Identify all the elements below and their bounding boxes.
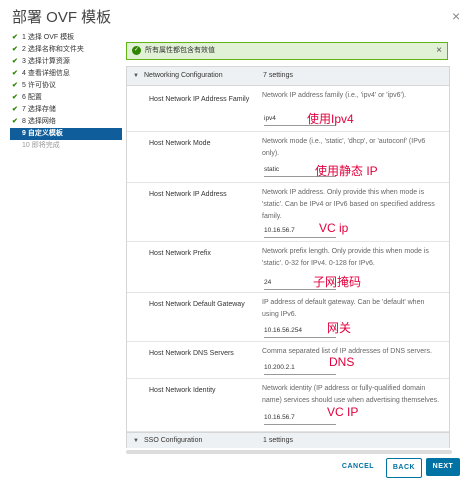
setting-label: Host Network IP Address bbox=[149, 191, 227, 198]
setting-default-gateway: Host Network Default Gateway IP address … bbox=[127, 293, 449, 342]
setting-network-prefix: Host Network Prefix Network prefix lengt… bbox=[127, 242, 449, 293]
setting-label: Host Network DNS Servers bbox=[149, 350, 234, 357]
step-9-active[interactable]: 9 自定义模板 bbox=[10, 128, 122, 140]
check-icon: ✔ bbox=[12, 118, 18, 125]
setting-label: Host Network Identity bbox=[149, 387, 216, 394]
setting-label: Host Network IP Address Family bbox=[149, 96, 250, 103]
step-6[interactable]: ✔ 6 配置 bbox=[10, 92, 122, 104]
step-4[interactable]: ✔ 4 查看详细信息 bbox=[10, 68, 122, 80]
dialog-title: 部署 OVF 模板 bbox=[12, 9, 112, 26]
check-icon: ✔ bbox=[12, 82, 18, 89]
setting-dns-servers: Host Network DNS Servers Comma separated… bbox=[127, 342, 449, 379]
setting-network-mode: Host Network Mode Network mode (i.e., 's… bbox=[127, 132, 449, 183]
networking-group-header[interactable]: ▼ Networking Configuration 7 settings bbox=[127, 67, 449, 86]
dns-servers-input[interactable]: 10.200.2.1 bbox=[264, 362, 336, 375]
annotation-text: VC ip bbox=[319, 221, 349, 235]
setting-description: Network identity (IP address or fully-qu… bbox=[262, 385, 440, 404]
check-icon: ✔ bbox=[12, 106, 18, 113]
annotation-text: VC IP bbox=[327, 405, 359, 419]
setting-label: Host Network Default Gateway bbox=[149, 301, 245, 308]
check-icon: ✔ bbox=[12, 58, 18, 65]
chevron-down-icon[interactable]: ▼ bbox=[133, 67, 139, 85]
annotation-text: DNS bbox=[329, 355, 355, 369]
annotation-text: 子网掩码 bbox=[313, 275, 362, 289]
step-7[interactable]: ✔ 7 选择存储 bbox=[10, 104, 122, 116]
setting-ip-family: Host Network IP Address Family Network I… bbox=[127, 86, 449, 132]
close-icon[interactable]: × bbox=[452, 8, 460, 24]
step-1[interactable]: ✔ 1 选择 OVF 模板 bbox=[10, 32, 122, 44]
success-check-icon: ✓ bbox=[132, 45, 141, 55]
setting-label: Host Network Mode bbox=[149, 140, 211, 147]
step-2[interactable]: ✔ 2 选择名称和文件夹 bbox=[10, 44, 122, 56]
chevron-down-icon[interactable]: ▼ bbox=[133, 433, 139, 448]
horizontal-scrollbar[interactable] bbox=[126, 450, 452, 454]
check-icon: ✔ bbox=[12, 46, 18, 53]
setting-description: Network mode (i.e., 'static', 'dhcp', or… bbox=[262, 138, 426, 157]
setting-description: Network prefix length. Only provide this… bbox=[262, 248, 429, 267]
check-icon: ✔ bbox=[12, 34, 18, 41]
setting-network-identity: Host Network Identity Network identity (… bbox=[127, 379, 449, 432]
check-icon: ✔ bbox=[12, 94, 18, 101]
setting-ip-address: Host Network IP Address Network IP addre… bbox=[127, 183, 449, 242]
setting-description: Network IP address. Only provide this wh… bbox=[262, 189, 435, 220]
annotation-text: 使用静态 IP bbox=[315, 164, 378, 178]
step-5[interactable]: ✔ 5 许可协议 bbox=[10, 80, 122, 92]
settings-grid: ▼ Networking Configuration 7 settings Ho… bbox=[126, 66, 450, 448]
sso-group-header[interactable]: ▼ SSO Configuration 1 settings bbox=[127, 432, 449, 448]
alert-close-icon[interactable]: × bbox=[436, 43, 442, 59]
step-10: 10 即将完成 bbox=[22, 142, 60, 149]
step-8[interactable]: ✔ 8 选择网络 bbox=[10, 116, 122, 128]
customize-template-panel: ✓ 所有属性都包含有效值 × ▼ Networking Configuration… bbox=[126, 38, 462, 448]
wizard-steps: ✔ 1 选择 OVF 模板 ✔ 2 选择名称和文件夹 ✔ 3 选择计算资源 ✔ 4 查看… bbox=[10, 32, 122, 152]
cancel-button[interactable]: CANCEL bbox=[336, 458, 380, 476]
annotation-text: 使用Ipv4 bbox=[307, 112, 354, 126]
next-button[interactable]: NEXT bbox=[426, 458, 460, 476]
default-gateway-input[interactable]: 10.16.56.254 bbox=[264, 325, 336, 338]
annotation-text: 网关 bbox=[327, 321, 352, 335]
step-3[interactable]: ✔ 3 选择计算资源 bbox=[10, 56, 122, 68]
network-identity-input[interactable]: 10.16.56.7 bbox=[264, 412, 336, 425]
setting-description: Network IP address family (i.e., 'ipv4' … bbox=[262, 92, 407, 99]
setting-label: Host Network Prefix bbox=[149, 250, 211, 257]
back-button[interactable]: BACK bbox=[386, 458, 422, 478]
success-alert: ✓ 所有属性都包含有效值 × bbox=[126, 42, 448, 60]
setting-description: IP address of default gateway. Can be 'd… bbox=[262, 299, 425, 318]
check-icon: ✔ bbox=[12, 70, 18, 77]
